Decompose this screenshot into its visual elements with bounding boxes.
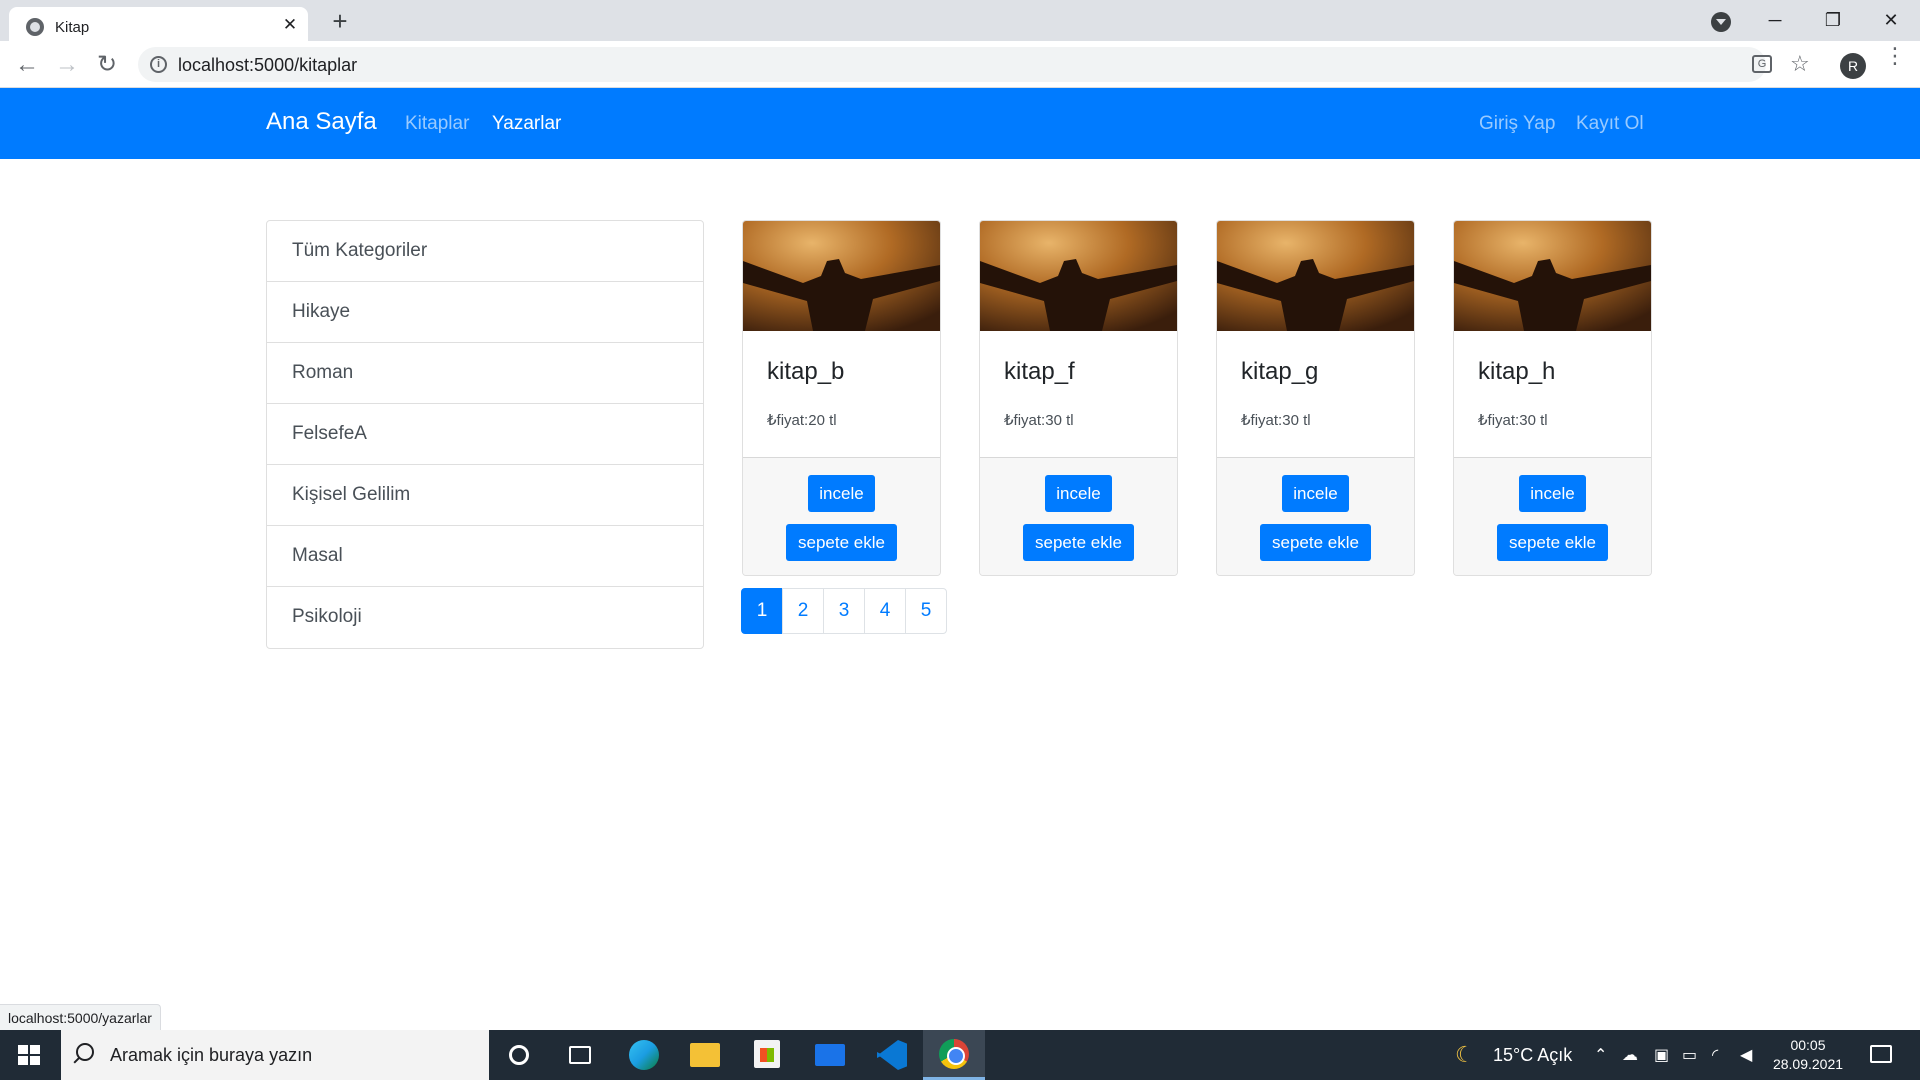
browser-toolbar: ← → ↻ i localhost:5000/kitaplar bbox=[0, 41, 1920, 88]
navbar-brand[interactable]: Ana Sayfa bbox=[266, 108, 377, 136]
page-link-5[interactable]: 5 bbox=[905, 588, 947, 634]
nav-link-yazarlar[interactable]: Yazarlar bbox=[492, 113, 561, 135]
translate-icon[interactable]: G bbox=[1752, 55, 1772, 73]
maximize-button[interactable]: ❐ bbox=[1810, 2, 1856, 38]
clock-time: 00:05 bbox=[1790, 1037, 1826, 1053]
category-item-hikaye[interactable]: Hikaye bbox=[267, 282, 703, 343]
book-price: ₺fiyat:30 tl bbox=[1478, 412, 1548, 429]
weather-text[interactable]: 15°C Açık bbox=[1493, 1045, 1572, 1066]
windows-start-icon[interactable] bbox=[18, 1045, 40, 1065]
book-title: kitap_f bbox=[1004, 358, 1075, 385]
nav-link-register[interactable]: Kayıt Ol bbox=[1576, 113, 1644, 135]
page-link-3[interactable]: 3 bbox=[823, 588, 865, 634]
add-to-cart-button[interactable]: sepete ekle bbox=[786, 524, 897, 561]
category-item-masal[interactable]: Masal bbox=[267, 526, 703, 587]
cortana-icon[interactable] bbox=[509, 1045, 529, 1065]
book-title: kitap_b bbox=[767, 358, 845, 385]
category-item-all[interactable]: Tüm Kategoriler bbox=[267, 221, 703, 282]
site-info-icon[interactable]: i bbox=[150, 56, 167, 73]
book-card: kitap_b ₺fiyat:20 tl incele sepete ekle bbox=[742, 220, 941, 576]
file-explorer-icon[interactable] bbox=[690, 1043, 720, 1067]
reload-icon[interactable]: ↻ bbox=[91, 49, 123, 81]
battery-icon[interactable]: ▭ bbox=[1682, 1045, 1697, 1065]
globe-icon bbox=[26, 18, 44, 36]
book-cover-image bbox=[1454, 221, 1651, 331]
taskbar-search-box[interactable]: Aramak için buraya yazın bbox=[61, 1030, 489, 1080]
taskbar-clock[interactable]: 00:05 28.09.2021 bbox=[1770, 1036, 1846, 1074]
book-title: kitap_g bbox=[1241, 358, 1319, 385]
page-link-4[interactable]: 4 bbox=[864, 588, 906, 634]
tray-chevron-icon[interactable]: ⌃ bbox=[1594, 1045, 1607, 1065]
incele-button[interactable]: incele bbox=[808, 475, 875, 512]
tab-title: Kitap bbox=[55, 19, 90, 36]
meet-now-icon[interactable]: ▣ bbox=[1654, 1045, 1669, 1065]
tab-search-icon[interactable] bbox=[1711, 12, 1731, 32]
browser-tab[interactable]: Kitap ✕ bbox=[9, 7, 308, 41]
notification-center-icon[interactable] bbox=[1870, 1045, 1892, 1063]
add-to-cart-button[interactable]: sepete ekle bbox=[1260, 524, 1371, 561]
book-price: ₺fiyat:20 tl bbox=[767, 412, 837, 429]
page-link-2[interactable]: 2 bbox=[782, 588, 824, 634]
clock-date: 28.09.2021 bbox=[1772, 1056, 1844, 1072]
taskbar-chrome-active[interactable] bbox=[923, 1030, 985, 1080]
url-text[interactable]: localhost:5000/kitaplar bbox=[178, 55, 357, 76]
nav-link-kitaplar[interactable]: Kitaplar bbox=[405, 113, 469, 135]
search-icon bbox=[76, 1043, 94, 1061]
page-link-1[interactable]: 1 bbox=[741, 588, 783, 634]
link-status-bubble: localhost:5000/yazarlar bbox=[0, 1004, 161, 1030]
card-footer: incele sepete ekle bbox=[1454, 457, 1651, 575]
site-navbar: Ana Sayfa Kitaplar Yazarlar Giriş Yap Ka… bbox=[0, 88, 1920, 159]
edge-browser-icon[interactable] bbox=[629, 1040, 659, 1070]
chrome-icon bbox=[939, 1039, 969, 1069]
category-item-kisisel-gelisim[interactable]: Kişisel Gelilim bbox=[267, 465, 703, 526]
category-item-felsefe[interactable]: FelsefeA bbox=[267, 404, 703, 465]
card-footer: incele sepete ekle bbox=[743, 457, 940, 575]
pagination: 1 2 3 4 5 bbox=[741, 588, 947, 634]
minimize-button[interactable]: ─ bbox=[1752, 2, 1798, 38]
browser-tab-strip: Kitap ✕ + ─ ❐ ✕ bbox=[0, 0, 1920, 41]
taskbar-search-placeholder: Aramak için buraya yazın bbox=[110, 1045, 313, 1065]
microsoft-store-icon[interactable] bbox=[754, 1040, 780, 1068]
nav-link-login[interactable]: Giriş Yap bbox=[1479, 113, 1555, 135]
book-card: kitap_h ₺fiyat:30 tl incele sepete ekle bbox=[1453, 220, 1652, 576]
incele-button[interactable]: incele bbox=[1045, 475, 1112, 512]
category-list: Tüm Kategoriler Hikaye Roman FelsefeA Ki… bbox=[266, 220, 704, 649]
category-item-roman[interactable]: Roman bbox=[267, 343, 703, 404]
volume-icon[interactable]: ◀ bbox=[1740, 1045, 1752, 1065]
tab-close-icon[interactable]: ✕ bbox=[279, 14, 301, 36]
new-tab-button[interactable]: + bbox=[325, 6, 355, 36]
book-cover-image bbox=[743, 221, 940, 331]
bookmark-star-icon[interactable]: ☆ bbox=[1790, 51, 1810, 77]
task-view-icon[interactable] bbox=[569, 1046, 591, 1064]
browser-menu-icon[interactable]: ⋮ bbox=[1884, 45, 1906, 67]
card-footer: incele sepete ekle bbox=[980, 457, 1177, 575]
onedrive-icon[interactable]: ☁ bbox=[1622, 1045, 1638, 1065]
wifi-icon[interactable]: ◜ bbox=[1712, 1045, 1718, 1065]
address-bar[interactable]: i localhost:5000/kitaplar bbox=[138, 47, 1766, 82]
moon-weather-icon: ☾ bbox=[1455, 1042, 1475, 1067]
add-to-cart-button[interactable]: sepete ekle bbox=[1497, 524, 1608, 561]
book-cover-image bbox=[980, 221, 1177, 331]
book-price: ₺fiyat:30 tl bbox=[1241, 412, 1311, 429]
forward-arrow-icon[interactable]: → bbox=[51, 49, 83, 81]
vscode-icon[interactable] bbox=[877, 1040, 907, 1070]
back-arrow-icon[interactable]: ← bbox=[11, 49, 43, 81]
book-cover-image bbox=[1217, 221, 1414, 331]
windows-taskbar: Aramak için buraya yazın ☾ 15°C Açık ⌃ ☁… bbox=[0, 1030, 1920, 1080]
add-to-cart-button[interactable]: sepete ekle bbox=[1023, 524, 1134, 561]
book-title: kitap_h bbox=[1478, 358, 1556, 385]
category-item-psikoloji[interactable]: Psikoloji bbox=[267, 587, 703, 648]
incele-button[interactable]: incele bbox=[1282, 475, 1349, 512]
book-price: ₺fiyat:30 tl bbox=[1004, 412, 1074, 429]
mail-icon[interactable] bbox=[815, 1044, 845, 1066]
book-card: kitap_f ₺fiyat:30 tl incele sepete ekle bbox=[979, 220, 1178, 576]
card-footer: incele sepete ekle bbox=[1217, 457, 1414, 575]
close-window-button[interactable]: ✕ bbox=[1868, 2, 1914, 38]
book-card: kitap_g ₺fiyat:30 tl incele sepete ekle bbox=[1216, 220, 1415, 576]
incele-button[interactable]: incele bbox=[1519, 475, 1586, 512]
profile-avatar[interactable]: R bbox=[1840, 53, 1866, 79]
